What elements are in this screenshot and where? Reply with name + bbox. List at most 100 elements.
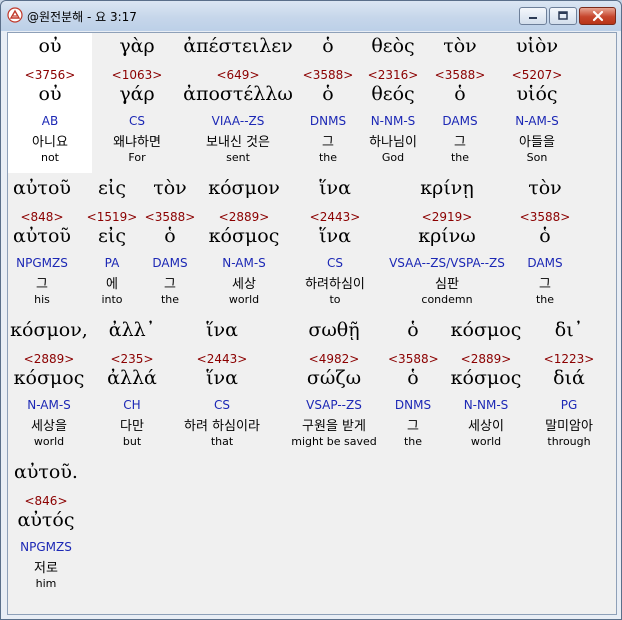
close-icon bbox=[592, 10, 603, 22]
english-gloss: condemn bbox=[421, 293, 473, 306]
morphology-code[interactable]: CS bbox=[170, 398, 274, 412]
korean-gloss: 저로 bbox=[34, 561, 58, 576]
word-unit[interactable]: κόσμον <2889> κόσμος N-AM-S 세상 world bbox=[200, 175, 288, 315]
strong-number[interactable]: <2443> bbox=[170, 352, 274, 366]
greek-word: ἀπέστειλεν bbox=[183, 35, 293, 57]
minimize-icon bbox=[529, 17, 537, 19]
maximize-button[interactable] bbox=[549, 7, 577, 25]
word-unit[interactable]: οὐ <3756> οὐ AB 아니요 not bbox=[8, 33, 92, 173]
word-unit[interactable]: κρίνῃ <2919> κρίνω VSAA--ZS/VSPA--ZS 심판 … bbox=[380, 175, 514, 315]
morphology-code[interactable]: DAMS bbox=[514, 256, 576, 270]
lemma: σώζω bbox=[306, 367, 362, 389]
morphology-code[interactable]: N-AM-S bbox=[200, 256, 288, 270]
english-gloss: his bbox=[34, 293, 50, 306]
morphology-code[interactable]: NPGMZS bbox=[8, 256, 76, 270]
strong-number[interactable]: <3588> bbox=[298, 68, 358, 82]
word-unit[interactable]: εἰς <1519> εἰς PA 에 into bbox=[82, 175, 142, 315]
korean-gloss: 구원을 받게 bbox=[302, 419, 366, 434]
morphology-code[interactable]: DAMS bbox=[144, 256, 196, 270]
morphology-code[interactable]: N-AM-S bbox=[8, 398, 90, 412]
korean-gloss: 심판 bbox=[435, 277, 459, 292]
word-unit[interactable]: αὐτοῦ. <846> αὐτός NPGMZS 저로 him bbox=[8, 459, 84, 599]
word-unit[interactable]: αὐτοῦ <848> αὐτοῦ NPGMZS 그 his bbox=[8, 175, 76, 315]
lemma: οὐ bbox=[38, 83, 62, 105]
word-unit[interactable]: ἀπέστειλεν <649> ἀποστέλλω VIAA--ZS 보내신 … bbox=[168, 33, 308, 173]
greek-word: τὸν bbox=[443, 35, 477, 57]
strong-number[interactable]: <846> bbox=[8, 494, 84, 508]
morphology-code[interactable]: PG bbox=[532, 398, 606, 412]
word-unit[interactable]: σωθῇ <4982> σώζω VSAP--ZS 구원을 받게 might b… bbox=[282, 317, 386, 457]
greek-word: υἱὸν bbox=[516, 35, 558, 57]
lemma: ὁ bbox=[454, 83, 466, 105]
morphology-code[interactable]: N-NM-S bbox=[444, 398, 528, 412]
greek-word: δι᾽ bbox=[554, 319, 584, 341]
morphology-code[interactable]: CS bbox=[292, 256, 378, 270]
word-unit[interactable]: τὸν <3588> ὁ DAMS 그 the bbox=[144, 175, 196, 315]
greek-word: σωθῇ bbox=[308, 319, 360, 341]
strong-number[interactable]: <2919> bbox=[380, 210, 514, 224]
word-unit[interactable]: ἵνα <2443> ἵνα CS 하려 하심이라 that bbox=[170, 317, 274, 457]
word-unit[interactable]: τὸν <3588> ὁ DAMS 그 the bbox=[432, 33, 488, 173]
morphology-code[interactable]: DAMS bbox=[432, 114, 488, 128]
strong-number[interactable]: <235> bbox=[100, 352, 164, 366]
morphology-code[interactable]: N-NM-S bbox=[358, 114, 428, 128]
strong-number[interactable]: <2316> bbox=[358, 68, 428, 82]
lemma: ἵνα bbox=[319, 225, 351, 247]
verse-row: αὐτοῦ. <846> αὐτός NPGMZS 저로 him bbox=[8, 459, 616, 599]
verse-row: αὐτοῦ <848> αὐτοῦ NPGMZS 그 his εἰς <1519… bbox=[8, 175, 616, 315]
morphology-code[interactable]: PA bbox=[82, 256, 142, 270]
lemma: κόσμος bbox=[450, 367, 522, 389]
word-unit[interactable]: θεὸς <2316> θεός N-NM-S 하나님이 God bbox=[358, 33, 428, 173]
strong-number[interactable]: <649> bbox=[168, 68, 308, 82]
window-title: @원전분해 - 요 3:17 bbox=[27, 10, 137, 24]
strong-number[interactable]: <2443> bbox=[292, 210, 378, 224]
english-gloss: world bbox=[33, 435, 65, 448]
minimize-button[interactable] bbox=[519, 7, 547, 25]
word-unit[interactable]: ἀλλ᾽ <235> ἀλλά CH 다만 but bbox=[100, 317, 164, 457]
strong-number[interactable]: <1519> bbox=[82, 210, 142, 224]
strong-number[interactable]: <2889> bbox=[444, 352, 528, 366]
greek-word: εἰς bbox=[98, 177, 126, 199]
word-unit[interactable]: υἱὸν <5207> υἱός N-AM-S 아들을 Son bbox=[504, 33, 570, 173]
strong-number[interactable]: <3588> bbox=[432, 68, 488, 82]
word-unit[interactable]: κόσμος <2889> κόσμος N-NM-S 세상이 world bbox=[444, 317, 528, 457]
morphology-code[interactable]: VSAA--ZS/VSPA--ZS bbox=[380, 256, 514, 270]
word-unit[interactable]: ὁ <3588> ὁ DNMS 그 the bbox=[388, 317, 439, 457]
word-unit[interactable]: κόσμον, <2889> κόσμος N-AM-S 세상을 world bbox=[8, 317, 90, 457]
morphology-code[interactable]: AB bbox=[8, 114, 92, 128]
strong-number[interactable]: <1223> bbox=[532, 352, 606, 366]
greek-word: ἵνα bbox=[319, 177, 351, 199]
morphology-code[interactable]: VSAP--ZS bbox=[282, 398, 386, 412]
close-button[interactable] bbox=[579, 7, 616, 25]
strong-number[interactable]: <3588> bbox=[514, 210, 576, 224]
word-unit[interactable]: ὁ <3588> ὁ DNMS 그 the bbox=[298, 33, 358, 173]
strong-number[interactable]: <3756> bbox=[8, 68, 92, 82]
morphology-code[interactable]: VIAA--ZS bbox=[168, 114, 308, 128]
strong-number[interactable]: <848> bbox=[8, 210, 76, 224]
morphology-code[interactable]: DNMS bbox=[388, 398, 438, 412]
word-unit[interactable]: τὸν <3588> ὁ DAMS 그 the bbox=[514, 175, 576, 315]
greek-word: ἀλλ᾽ bbox=[108, 319, 156, 341]
title-bar[interactable]: @원전분해 - 요 3:17 bbox=[1, 1, 621, 31]
morphology-code[interactable]: N-AM-S bbox=[504, 114, 570, 128]
morphology-code[interactable]: DNMS bbox=[298, 114, 358, 128]
strong-number[interactable]: <2889> bbox=[200, 210, 288, 224]
strong-number[interactable]: <3588> bbox=[388, 352, 439, 366]
english-gloss: him bbox=[35, 577, 57, 590]
strong-number[interactable]: <5207> bbox=[504, 68, 570, 82]
morphology-code[interactable]: NPGMZS bbox=[8, 540, 84, 554]
english-gloss: the bbox=[403, 435, 423, 448]
greek-word: ὁ bbox=[322, 35, 334, 57]
english-gloss: into bbox=[101, 293, 123, 306]
lemma: υἱός bbox=[516, 83, 558, 105]
strong-number[interactable]: <2889> bbox=[8, 352, 90, 366]
lemma: ἵνα bbox=[206, 367, 238, 389]
word-unit[interactable]: δι᾽ <1223> διά PG 말미암아 through bbox=[532, 317, 606, 457]
word-unit[interactable]: ἵνα <2443> ἵνα CS 하려하심이 to bbox=[292, 175, 378, 315]
strong-number[interactable]: <3588> bbox=[144, 210, 196, 224]
morphology-code[interactable]: CH bbox=[100, 398, 164, 412]
greek-word: τὸν bbox=[153, 177, 187, 199]
korean-gloss: 말미암아 bbox=[545, 419, 593, 434]
strong-number[interactable]: <4982> bbox=[282, 352, 386, 366]
english-gloss: through bbox=[547, 435, 591, 448]
